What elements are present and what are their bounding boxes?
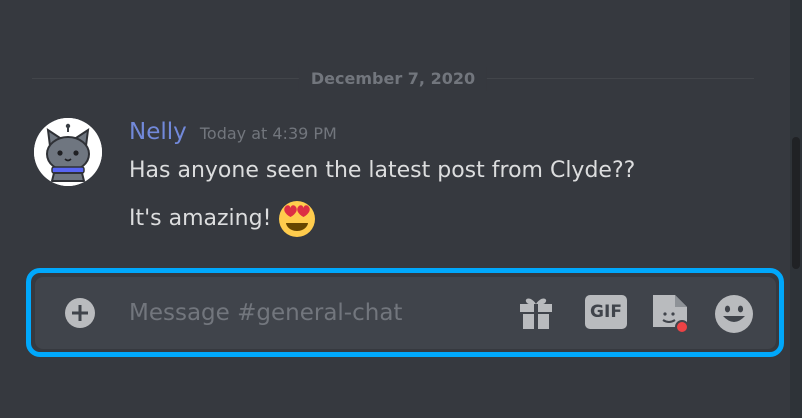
message-input[interactable]: Message #general-chat (129, 298, 402, 328)
date-divider: December 7, 2020 (32, 67, 754, 91)
date-divider-label: December 7, 2020 (298, 67, 488, 91)
message-timestamp: Today at 4:39 PM (199, 124, 337, 143)
avatar[interactable] (34, 118, 102, 186)
message-line: Has anyone seen the latest post from Cly… (129, 158, 636, 183)
cat-avatar-icon (34, 118, 102, 186)
gift-icon[interactable] (517, 294, 555, 332)
scrollbar-track[interactable] (790, 0, 802, 418)
message-line-text: It's amazing! (129, 206, 272, 231)
message-input-bar[interactable]: Message #general-chat GIF (35, 277, 776, 349)
sticker-icon[interactable] (651, 292, 691, 334)
scrollbar-thumb[interactable] (792, 137, 800, 269)
message-header: Nelly Today at 4:39 PM (129, 116, 337, 148)
message-line-with-emoji: It's amazing! (129, 199, 317, 239)
username[interactable]: Nelly (129, 119, 187, 145)
gif-button[interactable]: GIF (585, 295, 627, 329)
emoji-picker-icon[interactable] (714, 294, 754, 334)
add-attachment-icon[interactable] (64, 297, 96, 329)
notification-dot (675, 320, 689, 334)
heart-eyes-emoji-icon[interactable] (277, 199, 317, 239)
